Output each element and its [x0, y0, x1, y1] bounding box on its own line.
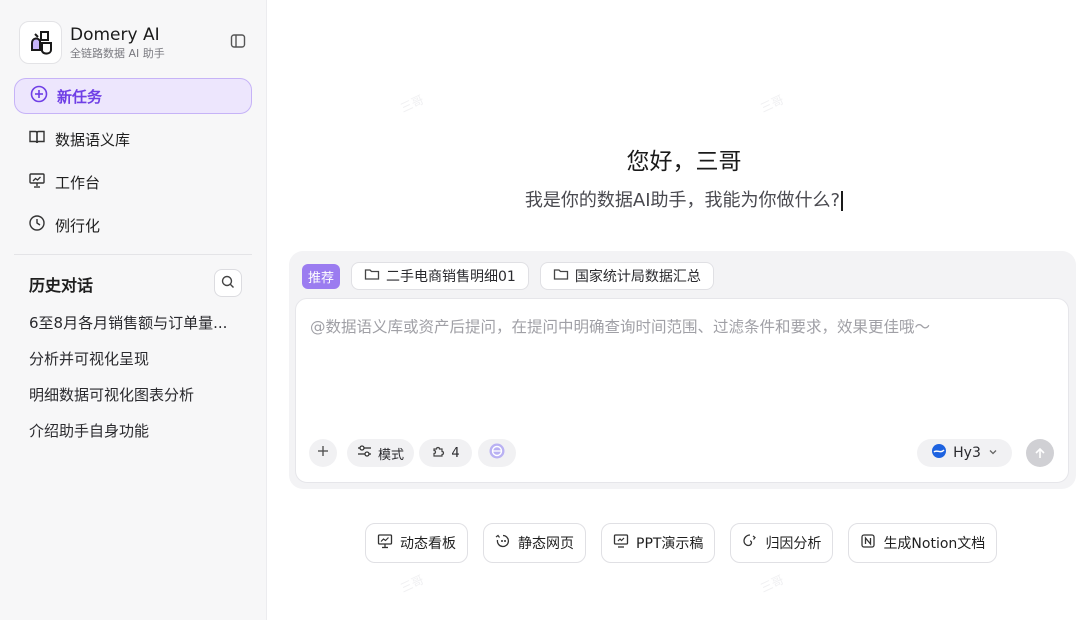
quick-action-label: 归因分析	[765, 536, 822, 552]
text-caret	[841, 191, 844, 211]
greeting-subtitle-text: 我是你的数据AI助手，我能为你做什么?	[524, 190, 841, 211]
spiral-icon	[742, 533, 758, 553]
brand-logo-icon	[19, 21, 62, 64]
plus-icon	[316, 444, 330, 462]
recommend-chip[interactable]: 国家统计局数据汇总	[539, 262, 714, 290]
attach-button[interactable]	[309, 439, 337, 467]
history-item[interactable]: 明细数据可视化图表分析	[29, 383, 244, 419]
quick-action-notion-doc[interactable]: 生成Notion文档	[848, 523, 998, 563]
greeting-title: 您好，三哥	[626, 149, 742, 175]
sidebar-divider	[14, 254, 252, 255]
recommend-chip[interactable]: 二手电商销售明细01	[351, 262, 529, 290]
presentation-board-icon	[28, 171, 46, 193]
connector-icon	[488, 442, 506, 464]
history-item[interactable]: 分析并可视化呈现	[29, 347, 244, 383]
search-icon	[221, 274, 235, 293]
puzzle-icon	[431, 444, 445, 462]
recommend-badge: 推荐	[302, 263, 341, 289]
notion-icon	[860, 533, 876, 553]
sidebar-item-label: 例行化	[55, 216, 101, 235]
history-title: 历史对话	[29, 276, 94, 295]
prompt-input[interactable]	[310, 315, 1054, 415]
new-task-button[interactable]: 新任务	[14, 78, 252, 114]
composer: 模式 4 Hy3	[295, 298, 1069, 483]
recommend-row: 推荐 二手电商销售明细01 国家统计局数据汇总	[302, 262, 714, 290]
quick-action-label: 静态网页	[518, 536, 574, 552]
skills-count: 4	[451, 445, 460, 461]
model-selector[interactable]: Hy3	[917, 439, 1012, 467]
send-button[interactable]	[1026, 439, 1054, 467]
mode-button[interactable]: 模式	[347, 439, 414, 467]
connector-button[interactable]	[478, 439, 516, 467]
dashboard-icon	[377, 533, 393, 553]
quick-action-label: PPT演示稿	[636, 536, 704, 552]
book-icon	[28, 128, 46, 150]
quick-action-dashboard[interactable]: 动态看板	[365, 523, 468, 563]
sidebar-item-semantic-library[interactable]: 数据语义库	[28, 127, 130, 151]
sliders-icon	[357, 444, 372, 462]
arrow-up-icon	[1034, 444, 1046, 463]
greeting-subtitle: 我是你的数据AI助手，我能为你做什么?	[268, 186, 1080, 212]
quick-action-attribution[interactable]: 归因分析	[730, 523, 834, 563]
sidebar: Domery AI 全链路数据 AI 助手 新任务 数据语义库 工作台 例行化 …	[0, 0, 267, 620]
sidebar-collapse-icon[interactable]	[228, 31, 248, 51]
skills-button[interactable]: 4	[419, 439, 472, 467]
plus-circle-icon	[30, 85, 48, 107]
mode-label: 模式	[377, 447, 404, 463]
quick-action-label: 动态看板	[400, 536, 456, 552]
sidebar-item-routine[interactable]: 例行化	[28, 213, 100, 237]
sidebar-item-workbench[interactable]: 工作台	[28, 170, 100, 194]
recommend-chip-label: 二手电商销售明细01	[386, 269, 516, 285]
sidebar-item-label: 数据语义库	[55, 130, 131, 149]
history-search-button[interactable]	[214, 269, 242, 297]
model-globe-icon	[931, 443, 947, 463]
quick-action-static-webpage[interactable]: 静态网页	[483, 523, 586, 563]
clock-icon	[28, 214, 46, 236]
brand: Domery AI 全链路数据 AI 助手	[19, 21, 165, 64]
quick-action-label: 生成Notion文档	[883, 536, 986, 552]
history-item[interactable]: 介绍助手自身功能	[29, 419, 244, 455]
new-task-label: 新任务	[57, 87, 103, 106]
recommend-chip-label: 国家统计局数据汇总	[574, 269, 701, 285]
folder-icon	[553, 266, 569, 286]
history-item[interactable]: 6至8月各月销售额与订单量...	[29, 311, 244, 347]
webpage-icon	[495, 533, 511, 553]
folder-icon	[364, 266, 380, 286]
chevron-down-icon	[988, 446, 998, 461]
quick-action-ppt[interactable]: PPT演示稿	[601, 523, 716, 563]
brand-subtitle: 全链路数据 AI 助手	[70, 46, 165, 60]
model-name: Hy3	[953, 445, 981, 461]
brand-name: Domery AI	[70, 24, 160, 45]
sidebar-item-label: 工作台	[55, 173, 101, 192]
quick-actions: 动态看板 静态网页 PPT演示稿 归因分析 生成Notion文档	[365, 523, 1012, 563]
slides-icon	[613, 533, 629, 553]
history-list: 6至8月各月销售额与订单量... 分析并可视化呈现 明细数据可视化图表分析 介绍…	[29, 311, 244, 455]
